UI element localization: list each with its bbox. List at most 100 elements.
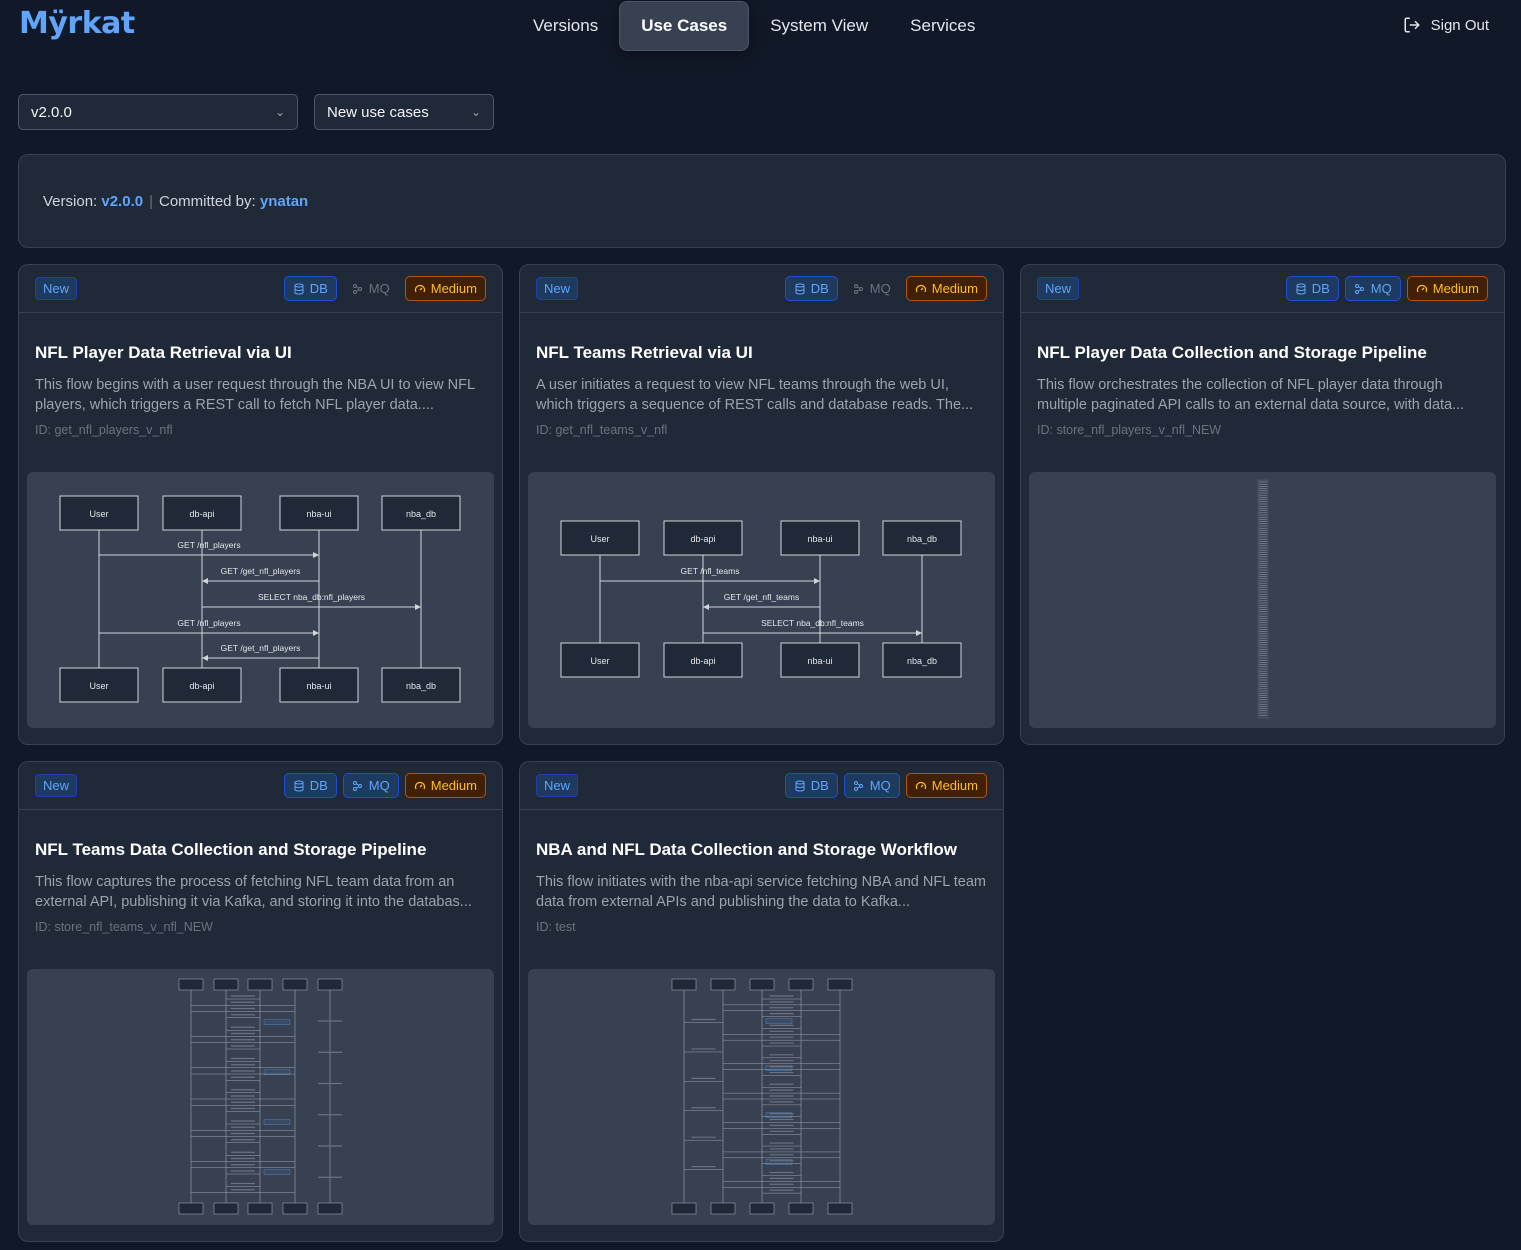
version-select[interactable]: v2.0.0 ⌄ — [18, 94, 298, 130]
card-header: New DB MQ Medium — [19, 265, 502, 313]
sequence-diagram[interactable] — [528, 969, 995, 1225]
card-header: New DB MQ Medium — [1021, 265, 1504, 313]
svg-text:GET /nfl_teams: GET /nfl_teams — [681, 566, 740, 576]
db-badge-label: DB — [309, 778, 328, 793]
participant-box — [213, 978, 239, 991]
svg-text:nba-ui: nba-ui — [807, 656, 832, 666]
message-arrow: GET /nfl_players — [99, 540, 319, 558]
sequence-diagram[interactable]: User User db-api db-api nba-ui nba-ui nba_db nb… — [27, 472, 494, 728]
status-badge: New — [536, 774, 579, 797]
svg-text:db-api: db-api — [690, 656, 715, 666]
participant-box — [247, 978, 273, 991]
card-title[interactable]: NFL Teams Retrieval via UI — [536, 343, 987, 363]
database-icon — [1296, 283, 1306, 295]
committed-label: Committed by: — [159, 192, 256, 210]
use-case-card[interactable]: New DB MQ Medium NFL Teams Data Collecti… — [18, 761, 503, 1242]
participant-box — [213, 1202, 239, 1215]
message-queue-icon — [853, 283, 863, 294]
mq-badge-label: MQ — [368, 281, 390, 296]
message-arrow: SELECT nba_db:nfl_players — [202, 592, 421, 610]
gauge-icon — [414, 781, 425, 789]
message-arrow: GET /nfl_teams — [600, 566, 820, 584]
tab-versions[interactable]: Versions — [512, 1, 619, 51]
mq-badge: MQ — [1344, 276, 1401, 301]
svg-text:GET /get_nfl_players: GET /get_nfl_players — [221, 643, 301, 653]
db-badge: DB — [283, 773, 337, 798]
card-title[interactable]: NFL Player Data Collection and Storage P… — [1037, 343, 1488, 363]
gauge-icon — [915, 781, 926, 789]
version-value: v2.0.0 — [101, 192, 144, 210]
db-badge: DB — [784, 276, 838, 301]
card-description: A user initiates a request to view NFL t… — [536, 377, 974, 413]
gauge-icon — [1416, 284, 1427, 292]
db-badge: DB — [283, 276, 337, 301]
svg-text:nba_db: nba_db — [406, 509, 436, 519]
participant-box — [247, 1202, 273, 1215]
svg-text:db-api: db-api — [189, 509, 214, 519]
svg-text:SELECT nba_db:nfl_players: SELECT nba_db:nfl_players — [258, 592, 365, 602]
mq-badge-label: MQ — [368, 778, 390, 793]
participant-nba_db: nba_db nba_db — [882, 520, 962, 678]
card-id: ID: store_nfl_players_v_nfl_NEW — [1037, 423, 1222, 437]
card-header: New DB MQ Medium — [520, 762, 1003, 810]
status-badge: New — [536, 277, 579, 300]
participant-box — [317, 1202, 343, 1215]
gauge-icon — [414, 284, 425, 292]
db-badge-label: DB — [309, 281, 328, 296]
svg-text:User: User — [89, 509, 108, 519]
use-case-card[interactable]: New DB MQ Medium NFL Player Data Retriev… — [18, 264, 503, 745]
committer-value: ynatan — [259, 192, 309, 210]
mq-badge-label: MQ — [869, 778, 891, 793]
participant-box — [788, 1202, 814, 1215]
db-badge-label: DB — [810, 281, 829, 296]
complexity-label: Medium — [430, 281, 477, 296]
message-arrow: GET /get_nfl_players — [202, 566, 319, 584]
participant-box — [788, 978, 814, 991]
database-icon — [294, 780, 304, 792]
participant-box — [282, 978, 308, 991]
participant-box — [710, 978, 736, 991]
card-description: This flow begins with a user request thr… — [35, 377, 475, 413]
svg-text:nba-ui: nba-ui — [306, 509, 331, 519]
complexity-label: Medium — [931, 281, 978, 296]
card-header: New DB MQ Medium — [19, 762, 502, 810]
card-id: ID: get_nfl_teams_v_nfl — [536, 423, 668, 437]
card-id: ID: get_nfl_players_v_nfl — [35, 423, 173, 437]
usecase-filter-value: New use cases — [327, 103, 429, 121]
db-badge: DB — [784, 773, 838, 798]
message-queue-icon — [352, 283, 362, 294]
tab-system-view[interactable]: System View — [749, 1, 889, 51]
sequence-diagram[interactable] — [27, 969, 494, 1225]
card-description: This flow initiates with the nba-api ser… — [536, 874, 986, 910]
sign-out-button[interactable]: Sign Out — [1403, 16, 1489, 34]
use-case-card[interactable]: New DB MQ Medium NFL Teams Retrieval via… — [519, 264, 1004, 745]
svg-text:GET /nfl_players: GET /nfl_players — [177, 618, 240, 628]
use-case-card[interactable]: New DB MQ Medium NBA and NFL Data Collec… — [519, 761, 1004, 1242]
sequence-diagram[interactable]: User User db-api db-api nba-ui nba-ui nba_db nb… — [528, 472, 995, 728]
db-badge: DB — [1285, 276, 1339, 301]
mq-badge-label: MQ — [869, 281, 891, 296]
card-badges: DB MQ Medium — [1285, 276, 1488, 301]
sequence-diagram[interactable] — [1029, 472, 1496, 728]
use-case-card[interactable]: New DB MQ Medium NFL Player Data Collect… — [1020, 264, 1505, 745]
app-logo[interactable]: Mÿrkat — [19, 6, 135, 41]
card-title[interactable]: NBA and NFL Data Collection and Storage … — [536, 840, 987, 860]
usecase-filter-select[interactable]: New use cases ⌄ — [314, 94, 494, 130]
mq-badge: MQ — [843, 773, 900, 798]
message-queue-icon — [352, 780, 362, 791]
card-badges: DB MQ Medium — [283, 773, 486, 798]
mq-badge: MQ — [844, 276, 900, 301]
svg-text:nba-ui: nba-ui — [306, 681, 331, 691]
card-title[interactable]: NFL Teams Data Collection and Storage Pi… — [35, 840, 486, 860]
svg-text:GET /nfl_players: GET /nfl_players — [177, 540, 240, 550]
svg-text:GET /get_nfl_teams: GET /get_nfl_teams — [724, 592, 799, 602]
card-title[interactable]: NFL Player Data Retrieval via UI — [35, 343, 486, 363]
participant-User: User User — [59, 495, 139, 703]
participant-nba_db: nba_db nba_db — [381, 495, 461, 703]
card-description: This flow captures the process of fetchi… — [35, 874, 472, 910]
participant-box — [671, 1202, 697, 1215]
card-id: ID: test — [536, 920, 576, 934]
complexity-badge: Medium — [404, 773, 486, 798]
tab-services[interactable]: Services — [889, 1, 996, 51]
tab-use-cases[interactable]: Use Cases — [619, 1, 750, 51]
